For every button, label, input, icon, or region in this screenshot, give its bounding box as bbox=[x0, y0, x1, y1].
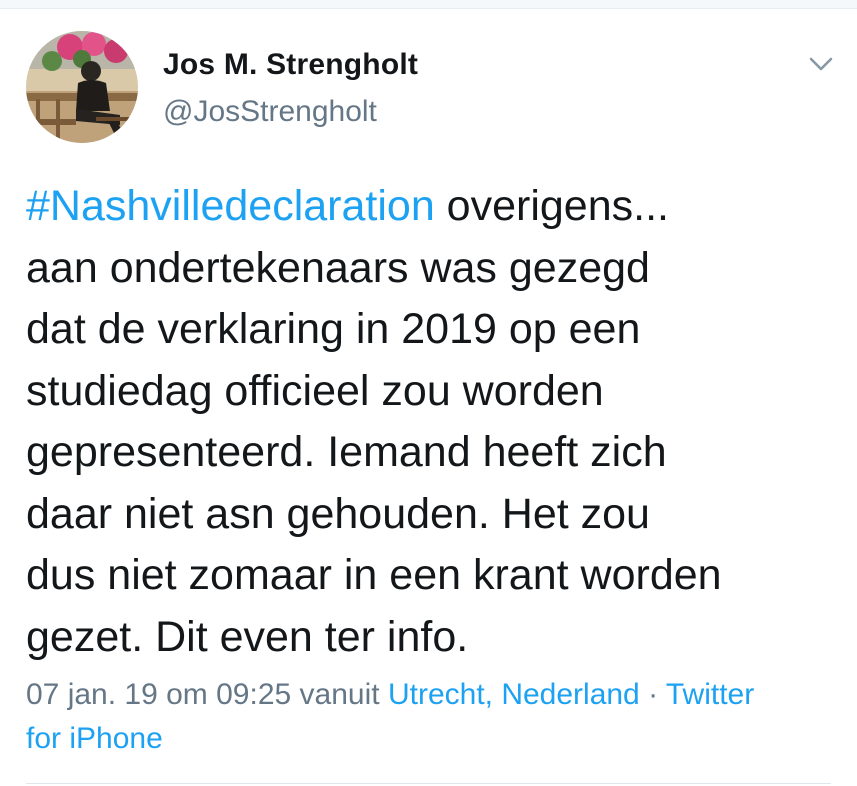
avatar-image bbox=[26, 31, 138, 143]
tweet-line-5: gepresenteerd. Iemand heeft zich bbox=[26, 428, 667, 476]
avatar[interactable] bbox=[26, 31, 138, 143]
tweet-meta: 07 jan. 19 om 09:25 vanuit Utrecht, Nede… bbox=[26, 673, 836, 761]
tweet-line-7: dus niet zomaar in een krant worden bbox=[26, 551, 722, 599]
tweet-line-1: #Nashvilledeclaration overigens... bbox=[26, 176, 826, 238]
tweet-line-4: studiedag officieel zou worden bbox=[26, 366, 604, 415]
hashtag-link[interactable]: #Nashvilledeclaration bbox=[26, 182, 435, 230]
meta-separator: · bbox=[648, 678, 659, 711]
tweet-line-8: gezet. Dit even ter info. bbox=[26, 612, 469, 661]
tweet-line-1-text: overigens... bbox=[434, 182, 669, 230]
top-divider bbox=[0, 0, 857, 9]
via-label: vanuit bbox=[299, 678, 380, 711]
source-link-part2: for iPhone bbox=[26, 722, 163, 755]
bottom-divider bbox=[26, 783, 831, 784]
timestamp[interactable]: 07 jan. 19 om 09:25 bbox=[26, 678, 291, 711]
tweet-line-3: dat de verklaring in 2019 op een bbox=[26, 305, 641, 353]
tweet-line-6: daar niet asn gehouden. Het zou bbox=[26, 489, 650, 538]
location-link[interactable]: Utrecht, Nederland bbox=[388, 678, 640, 711]
author-name[interactable]: Jos M. Strengholt bbox=[163, 48, 418, 82]
chevron-down-icon[interactable] bbox=[806, 51, 836, 77]
tweet-text: #Nashvilledeclaration overigens... aan o… bbox=[26, 176, 826, 668]
source-link-part1: Twitter bbox=[665, 678, 755, 711]
author-handle[interactable]: @JosStrengholt bbox=[163, 95, 377, 129]
tweet-line-2: aan ondertekenaars was gezegd bbox=[26, 243, 650, 292]
